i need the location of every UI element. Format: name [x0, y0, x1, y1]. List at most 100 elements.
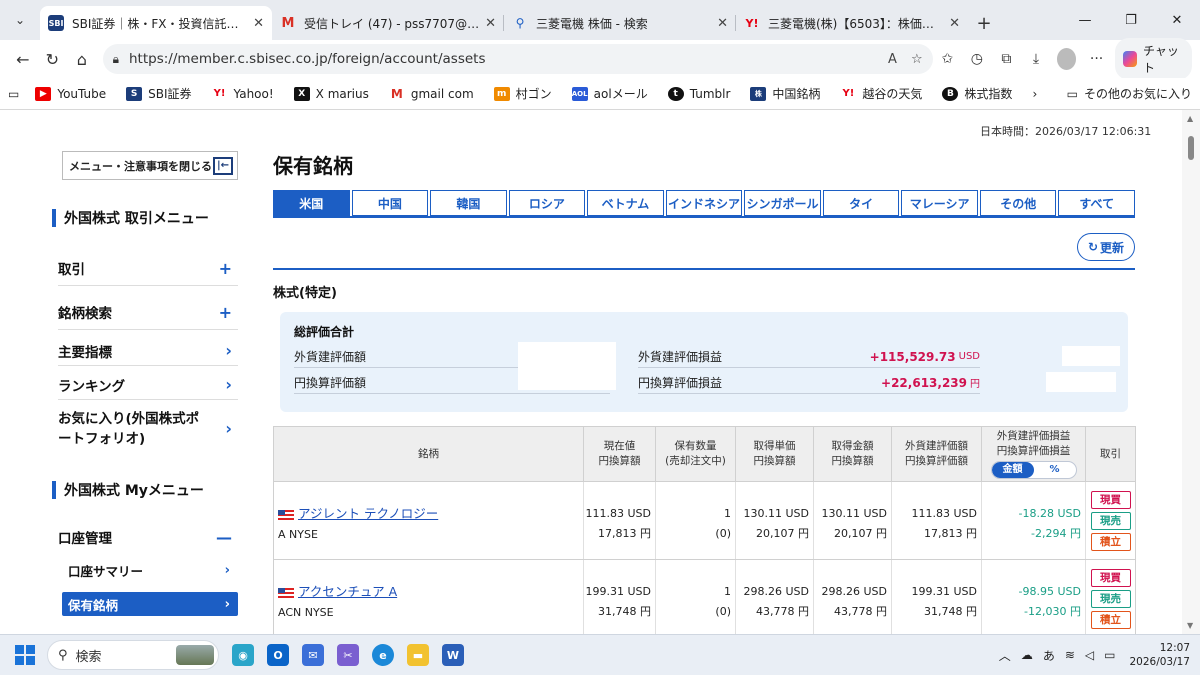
- bookmark-indices[interactable]: B 株式指数: [942, 85, 1012, 102]
- scroll-thumb[interactable]: [1188, 136, 1194, 160]
- home-icon[interactable]: ⌂: [67, 44, 97, 74]
- tab-actions-chevron-icon[interactable]: ⌄: [0, 0, 40, 40]
- qty-pending: (0): [715, 527, 731, 540]
- outlook-icon[interactable]: O: [267, 644, 289, 666]
- new-tab-button[interactable]: +: [968, 6, 1000, 40]
- stock-cell: アクセンチュア A ACN NYSE: [273, 559, 584, 634]
- chevron-right-icon[interactable]: ›: [1032, 87, 1037, 101]
- taskbar-search[interactable]: ⚲ 検索: [47, 640, 219, 670]
- browser-tab-gmail[interactable]: M 受信トレイ (47) - pss7707@gmail.co ✕: [272, 6, 504, 40]
- word-icon[interactable]: W: [442, 644, 464, 666]
- toggle-amount[interactable]: 金額: [991, 462, 1034, 478]
- bookmark-gmail[interactable]: Mgmail com: [389, 87, 474, 101]
- url-bar[interactable]: 🔒︎ https://member.c.sbisec.co.jp/foreign…: [102, 44, 933, 74]
- sell-button[interactable]: 現売: [1090, 590, 1131, 608]
- minimize-icon[interactable]: —: [1062, 13, 1108, 28]
- close-icon[interactable]: ✕: [949, 16, 960, 31]
- tray-chevron-up-icon[interactable]: ︿: [999, 647, 1011, 664]
- buy-button[interactable]: 現買: [1090, 491, 1131, 509]
- tab-singapore[interactable]: シンガポール: [744, 190, 821, 216]
- scroll-down-icon[interactable]: ▼: [1187, 621, 1193, 630]
- browser-tab-sbi[interactable]: SBI SBI証券｜株・FX・投資信託・確定拠 ✕: [40, 6, 272, 40]
- bookmark-x[interactable]: X X marius: [293, 86, 369, 101]
- globe-app-icon[interactable]: ◉: [232, 644, 254, 666]
- sidebar-item-account[interactable]: 口座管理 —: [58, 522, 238, 552]
- col-price: 現在値 円換算額: [583, 426, 656, 482]
- toggle-percent[interactable]: %: [1034, 462, 1076, 478]
- bookmark-youtube[interactable]: ▶ YouTube: [35, 86, 106, 101]
- bookmark-tumblr[interactable]: t Tumblr: [667, 86, 730, 101]
- tab-thailand[interactable]: タイ: [822, 190, 900, 216]
- tab-other[interactable]: その他: [979, 190, 1057, 216]
- bookmark-weather[interactable]: Y! 越谷の天気: [840, 85, 923, 102]
- sidebar-sub-account-summary[interactable]: 口座サマリー ›: [62, 558, 238, 582]
- bookmark-yahoo[interactable]: Y! Yahoo!: [212, 87, 274, 101]
- bookmark-aol[interactable]: AOL aolメール: [571, 85, 648, 102]
- stock-name-link[interactable]: アジレント テクノロジー: [298, 506, 438, 521]
- star-icon[interactable]: ☆: [911, 52, 923, 67]
- stock-name-link[interactable]: アクセンチュア A: [298, 584, 397, 599]
- close-window-icon[interactable]: ✕: [1154, 13, 1200, 28]
- tab-us[interactable]: 米国: [273, 190, 350, 216]
- buy-button[interactable]: 現買: [1090, 569, 1131, 587]
- close-icon[interactable]: ✕: [717, 16, 728, 31]
- bookmark-tab-actions-icon[interactable]: ▭: [8, 87, 19, 101]
- cloud-icon[interactable]: ☁: [1021, 648, 1033, 662]
- sidebar-item-favorites[interactable]: お気に入り(外国株式ポートフォリオ) ›: [58, 404, 238, 454]
- tab-indonesia[interactable]: インドネシア: [665, 190, 743, 216]
- reload-icon[interactable]: ↻: [38, 44, 68, 74]
- page-scrollbar[interactable]: ▲ ▼: [1182, 110, 1200, 634]
- bookmark-sbi[interactable]: S SBI証券: [126, 85, 192, 102]
- close-menu-button[interactable]: メニュー・注意事項を閉じる |←: [62, 151, 238, 180]
- copilot-chat-button[interactable]: チャット: [1115, 38, 1193, 80]
- cost-jpy: 43,778 円: [756, 605, 809, 618]
- speaker-icon[interactable]: ◁: [1085, 648, 1094, 662]
- tab-vietnam[interactable]: ベトナム: [587, 190, 664, 216]
- bookmark-china-stocks[interactable]: 株中国銘柄: [750, 85, 820, 102]
- tab-malaysia[interactable]: マレーシア: [901, 190, 978, 216]
- bookmark-label: 中国銘柄: [772, 87, 821, 101]
- back-arrow-icon[interactable]: ←: [8, 44, 38, 74]
- price-cell: 111.83 USD 17,813 円: [583, 481, 656, 560]
- read-aloud-icon[interactable]: A: [888, 52, 897, 67]
- scroll-up-icon[interactable]: ▲: [1187, 114, 1193, 123]
- col-pl: 外貨建評価損益 円換算評価損益 金額%: [981, 426, 1086, 482]
- search-highlight-image: [176, 645, 214, 665]
- accumulate-button[interactable]: 積立: [1090, 533, 1131, 551]
- battery-icon[interactable]: ▭: [1104, 648, 1115, 662]
- file-explorer-icon[interactable]: ▬: [407, 644, 429, 666]
- taskbar-clock[interactable]: 12:07 2026/03/17: [1129, 641, 1190, 669]
- close-icon[interactable]: ✕: [253, 16, 264, 31]
- sidebar-sub-holdings[interactable]: 保有銘柄 ›: [62, 592, 238, 616]
- tab-all[interactable]: すべて: [1058, 190, 1136, 216]
- sidebar-item-indices[interactable]: 主要指標 ›: [58, 336, 238, 366]
- sidebar-item-search[interactable]: 銘柄検索 +: [58, 295, 238, 330]
- close-icon[interactable]: ✕: [485, 16, 496, 31]
- other-bookmarks-folder[interactable]: ▭ その他のお気に入り: [1067, 85, 1192, 102]
- sidebar-item-trade[interactable]: 取引 +: [58, 251, 238, 286]
- tab-russia[interactable]: ロシア: [508, 190, 586, 216]
- browser-tab-yahoo[interactable]: Y! 三菱電機(株)【6503】：株価・株式情 ✕: [736, 6, 968, 40]
- mail-app-icon[interactable]: ✉: [302, 644, 324, 666]
- tab-korea[interactable]: 韓国: [430, 190, 507, 216]
- profile-avatar[interactable]: [1056, 48, 1076, 70]
- windows-start-icon[interactable]: [15, 645, 35, 665]
- favorites-icon[interactable]: ✩: [933, 51, 963, 67]
- browser-tab-search[interactable]: ⚲ 三菱電機 株価 - 検索 ✕: [504, 6, 736, 40]
- wifi-icon[interactable]: ≋: [1065, 648, 1075, 662]
- snipping-tool-icon[interactable]: ✂: [337, 644, 359, 666]
- more-menu-icon[interactable]: ···: [1082, 51, 1112, 67]
- sell-button[interactable]: 現売: [1090, 512, 1131, 530]
- restore-icon[interactable]: ❐: [1108, 13, 1154, 28]
- edge-browser-icon[interactable]: e: [372, 644, 394, 666]
- sidebar-item-ranking[interactable]: ランキング ›: [58, 370, 238, 400]
- ime-indicator[interactable]: あ: [1043, 647, 1055, 664]
- accumulate-button[interactable]: 積立: [1090, 611, 1131, 629]
- collections-icon[interactable]: ⧉: [992, 51, 1022, 67]
- downloads-icon[interactable]: ⤓: [1021, 51, 1051, 67]
- pl-display-toggle[interactable]: 金額%: [990, 461, 1077, 479]
- bookmark-muragon[interactable]: m 村ゴン: [493, 85, 552, 102]
- history-icon[interactable]: ◷: [962, 51, 992, 67]
- tab-china[interactable]: 中国: [351, 190, 429, 216]
- refresh-button[interactable]: ↻ 更新: [1077, 233, 1135, 261]
